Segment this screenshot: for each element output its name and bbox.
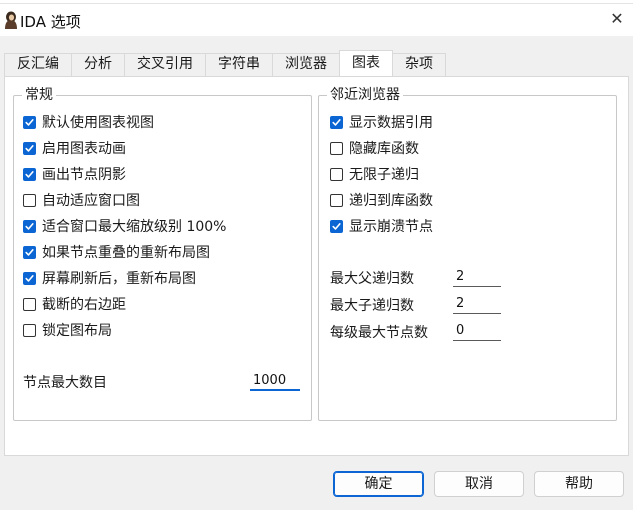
checkbox-label: 显示数据引用	[349, 115, 433, 131]
checkbox-checked[interactable]	[23, 141, 36, 155]
checkbox-unchecked[interactable]	[330, 167, 343, 181]
checkbox-label: 锁定图布局	[42, 323, 112, 339]
max-child-recursion-input[interactable]: 2	[453, 294, 501, 314]
checkbox-checked[interactable]	[23, 245, 36, 259]
tab-strings[interactable]: 字符串	[205, 53, 273, 76]
general-option-checkbox-row[interactable]: 自动适应窗口图	[23, 190, 140, 210]
checkbox-label: 默认使用图表视图	[42, 115, 154, 131]
checkbox-label: 无限子递归	[349, 167, 419, 183]
close-icon[interactable]: ✕	[605, 8, 629, 32]
max-parent-recursion-label: 最大父递归数	[330, 271, 414, 287]
checkbox-unchecked[interactable]	[23, 193, 36, 207]
general-group-title: 常规	[22, 86, 56, 104]
checkbox-label: 适合窗口最大缩放级别 100%	[42, 219, 227, 235]
max-nodes-per-level-input[interactable]: 0	[453, 321, 501, 341]
proximity-option-checkbox-row[interactable]: 递归到库函数	[330, 190, 433, 210]
max-nodes-input[interactable]: 1000	[250, 371, 300, 391]
general-option-checkbox-row[interactable]: 适合窗口最大缩放级别 100%	[23, 216, 226, 236]
checkbox-label: 如果节点重叠的重新布局图	[42, 245, 210, 261]
checkbox-label: 启用图表动画	[42, 141, 126, 157]
checkbox-unchecked[interactable]	[23, 323, 36, 337]
tab-analysis[interactable]: 分析	[71, 53, 125, 76]
title-bar: IDA 选项 ✕	[0, 4, 633, 36]
checkbox-label: 画出节点阴影	[42, 167, 126, 183]
tab-misc[interactable]: 杂项	[392, 53, 446, 76]
proximity-group-title: 邻近浏览器	[327, 86, 403, 104]
checkbox-unchecked[interactable]	[23, 297, 36, 311]
max-parent-recursion-input[interactable]: 2	[453, 267, 501, 287]
general-option-checkbox-row[interactable]: 默认使用图表视图	[23, 112, 154, 132]
ida-app-icon	[2, 11, 18, 29]
checkbox-checked[interactable]	[330, 115, 343, 129]
max-nodes-per-level-label: 每级最大节点数	[330, 325, 428, 341]
help-button[interactable]: 帮助	[534, 471, 624, 497]
general-option-checkbox-row[interactable]: 启用图表动画	[23, 138, 126, 158]
proximity-option-checkbox-row[interactable]: 无限子递归	[330, 164, 419, 184]
checkbox-unchecked[interactable]	[330, 141, 343, 155]
window-title: IDA 选项	[20, 13, 81, 31]
graph-tab-panel: 常规 默认使用图表视图 启用图表动画 画出节点阴影 自动适应窗口图适合窗口最大缩放级别…	[4, 76, 629, 456]
general-option-checkbox-row[interactable]: 如果节点重叠的重新布局图	[23, 242, 210, 262]
tab-disassembly[interactable]: 反汇编	[4, 53, 72, 76]
tab-browser[interactable]: 浏览器	[272, 53, 340, 76]
checkbox-checked[interactable]	[330, 219, 343, 233]
checkbox-checked[interactable]	[23, 115, 36, 129]
tab-graph[interactable]: 图表	[339, 50, 393, 76]
proximity-option-checkbox-row[interactable]: 隐藏库函数	[330, 138, 419, 158]
checkbox-checked[interactable]	[23, 271, 36, 285]
checkbox-label: 屏幕刷新后，重新布局图	[42, 271, 196, 287]
max-child-recursion-label: 最大子递归数	[330, 298, 414, 314]
checkbox-label: 自动适应窗口图	[42, 193, 140, 209]
checkbox-label: 递归到库函数	[349, 193, 433, 209]
ok-button[interactable]: 确定	[333, 471, 424, 497]
options-dialog: 反汇编 分析 交叉引用 字符串 浏览器 图表 杂项 常规 默认使用图表视图 启用图…	[0, 36, 633, 510]
checkbox-label: 截断的右边距	[42, 297, 126, 313]
cancel-button[interactable]: 取消	[434, 471, 524, 497]
proximity-option-checkbox-row[interactable]: 显示数据引用	[330, 112, 433, 132]
general-option-checkbox-row[interactable]: 画出节点阴影	[23, 164, 126, 184]
proximity-option-checkbox-row[interactable]: 显示崩溃节点	[330, 216, 433, 236]
general-option-checkbox-row[interactable]: 屏幕刷新后，重新布局图	[23, 268, 196, 288]
checkbox-label: 显示崩溃节点	[349, 219, 433, 235]
tab-strip: 反汇编 分析 交叉引用 字符串 浏览器 图表 杂项	[4, 50, 446, 76]
proximity-browser-group: 邻近浏览器 显示数据引用 隐藏库函数无限子递归递归到库函数 显示崩溃节点 最大父递归…	[318, 86, 617, 421]
checkbox-label: 隐藏库函数	[349, 141, 419, 157]
checkbox-checked[interactable]	[23, 219, 36, 233]
max-nodes-label: 节点最大数目	[23, 375, 107, 391]
general-option-checkbox-row[interactable]: 截断的右边距	[23, 294, 126, 314]
tab-cross-references[interactable]: 交叉引用	[124, 53, 206, 76]
checkbox-unchecked[interactable]	[330, 193, 343, 207]
checkbox-checked[interactable]	[23, 167, 36, 181]
general-option-checkbox-row[interactable]: 锁定图布局	[23, 320, 112, 340]
general-group: 常规 默认使用图表视图 启用图表动画 画出节点阴影 自动适应窗口图适合窗口最大缩放级别…	[13, 86, 312, 421]
